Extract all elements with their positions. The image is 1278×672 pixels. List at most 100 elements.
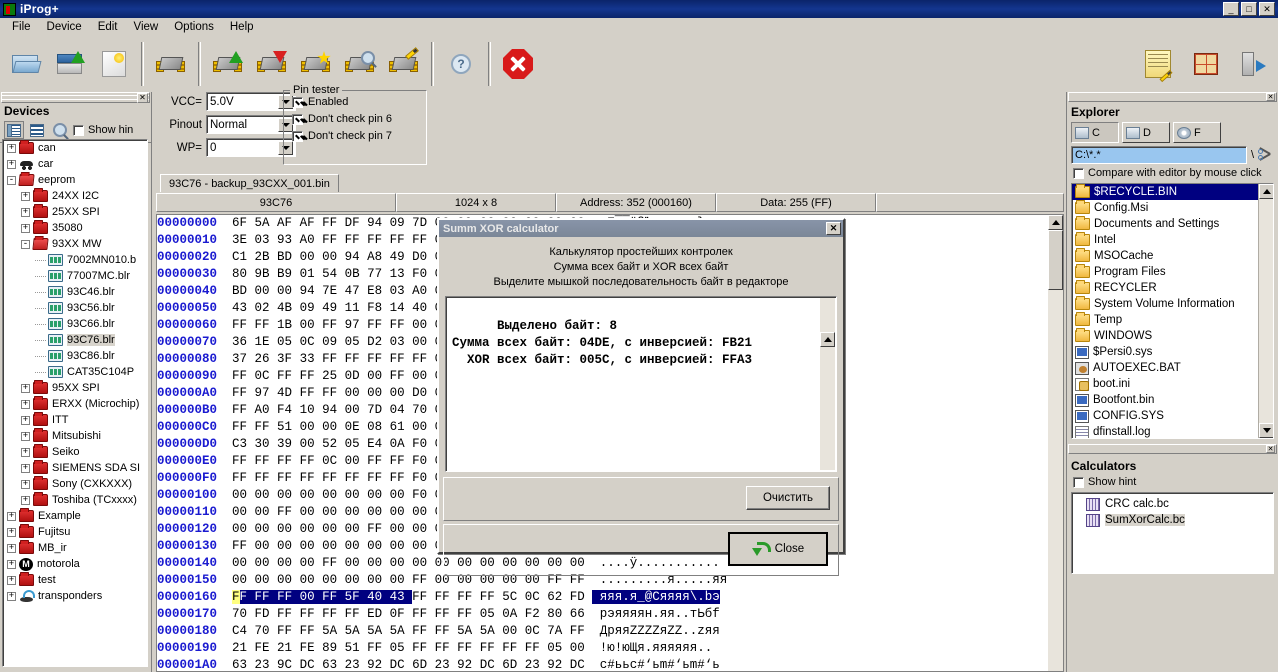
expand-icon[interactable]: + [7,159,16,169]
hex-byte[interactable]: 00 [255,488,278,502]
file-list-item[interactable]: $RECYCLE.BIN [1072,184,1273,200]
hex-byte[interactable]: FF [412,352,435,366]
hex-row[interactable]: 00000180 C4 70 FF FF 5A 5A 5A 5A FF FF 5… [157,623,1063,640]
hex-byte[interactable]: A0 [255,403,278,417]
hex-byte[interactable]: 09 [390,216,413,230]
hex-byte[interactable]: 00 [255,522,278,536]
hex-byte[interactable]: D2 [367,335,390,349]
hex-byte[interactable]: 00 [367,488,390,502]
hex-byte[interactable]: DC [300,658,323,671]
hex-byte[interactable]: 00 [255,284,278,298]
hex-byte[interactable]: FF [367,522,390,536]
hex-byte[interactable]: FF [232,318,255,332]
hex-byte[interactable]: 0C [525,590,548,604]
hex-byte[interactable]: 00 [232,505,255,519]
hex-byte[interactable]: FE [255,641,278,655]
hex-byte[interactable]: 80 [232,267,255,281]
hex-byte[interactable]: FF [457,590,480,604]
hex-byte[interactable]: FF [457,607,480,621]
menu-file[interactable]: File [4,19,39,35]
hex-byte[interactable]: 03 [390,335,413,349]
hex-byte[interactable]: 5A [255,216,278,230]
tree-item[interactable]: +95XX SPI [3,380,147,396]
pin-tester-skip6[interactable]: Don't check pin 6 [292,113,426,125]
hex-byte[interactable]: 00 [502,624,525,638]
path-input[interactable]: C:\*.* [1071,146,1247,164]
hex-byte[interactable]: FF [232,403,255,417]
hex-byte[interactable]: 7E [322,284,345,298]
tree-item[interactable]: + motorola [3,556,147,572]
menu-device[interactable]: Device [39,19,90,35]
compare-with-editor-checkbox[interactable] [1073,167,1084,179]
hex-byte[interactable]: FF [300,369,323,383]
hex-ascii[interactable]: яяя.я_@Cяяяя\.bэ [592,590,720,604]
hex-byte[interactable]: FF [322,386,345,400]
hex-byte[interactable]: 00 [345,386,368,400]
hex-byte[interactable]: 00 [277,488,300,502]
hex-byte[interactable]: 49 [390,250,413,264]
hex-byte[interactable]: FF [412,624,435,638]
tree-item[interactable]: CAT35C104P [3,364,147,380]
hex-byte[interactable]: 00 [322,539,345,553]
hex-byte[interactable]: F0 [412,454,435,468]
file-scroll-down-button[interactable] [1259,423,1273,438]
hex-byte[interactable]: FF [300,624,323,638]
hex-ascii[interactable]: рэяяяян.яя..тЬбf [592,607,720,621]
expand-icon[interactable]: + [21,399,30,409]
hex-byte[interactable]: 00 [412,318,435,332]
expand-icon[interactable]: + [21,383,30,393]
file-list-scrollbar[interactable] [1258,184,1273,438]
pin-tester-skip7-checkbox[interactable] [292,130,303,142]
hex-byte[interactable]: DC [390,658,413,671]
hex-byte[interactable]: 00 [390,386,413,400]
hex-byte[interactable]: 00 [255,573,278,587]
hex-byte[interactable]: 00 [322,250,345,264]
hex-byte[interactable]: FF [390,352,413,366]
tree-item[interactable]: + Mitsubishi [3,428,147,444]
hex-byte[interactable]: 5A [390,624,413,638]
hex-byte[interactable]: 2B [255,250,278,264]
calculators-show-hint[interactable]: Show hint [1067,476,1278,492]
file-list-item[interactable]: Program Files [1072,264,1273,280]
hex-byte[interactable]: 97 [345,318,368,332]
hex-byte[interactable]: 00 [322,573,345,587]
hex-byte[interactable]: FF [232,420,255,434]
hex-byte[interactable]: FF [255,454,278,468]
hex-byte[interactable]: FF [345,607,368,621]
erase-chip-button[interactable] [294,40,338,88]
hex-byte[interactable]: 00 [412,420,435,434]
file-list-item[interactable]: Config.Msi [1072,200,1273,216]
hex-byte[interactable]: 47 [345,284,368,298]
hex-byte[interactable]: 00 [345,522,368,536]
hex-byte[interactable]: 00 [277,284,300,298]
file-list-item[interactable]: Temp [1072,312,1273,328]
hex-byte[interactable]: 3E [232,233,255,247]
file-list-item[interactable]: Documents and Settings [1072,216,1273,232]
hex-byte[interactable]: FF [390,454,413,468]
calculators-close-icon[interactable]: ✕ [1266,445,1275,453]
menu-options[interactable]: Options [166,19,222,35]
hex-byte[interactable]: 54 [322,267,345,281]
hex-byte[interactable]: 43 [389,590,413,604]
hex-byte[interactable]: 00 [345,488,368,502]
hex-byte[interactable]: 13 [390,267,413,281]
hex-byte[interactable]: FF [300,471,323,485]
hex-byte[interactable]: FF [390,318,413,332]
hex-byte[interactable]: E4 [367,437,390,451]
hex-byte[interactable]: 00 [412,556,435,570]
hex-byte[interactable]: 00 [390,539,413,553]
hex-byte[interactable]: FF [300,454,323,468]
hex-byte[interactable]: 05 [345,335,368,349]
hex-byte[interactable]: 05 [480,607,503,621]
hex-byte[interactable]: FF [525,641,548,655]
hex-byte[interactable]: 0C [525,624,548,638]
hex-byte[interactable]: 00 [232,488,255,502]
maximize-button[interactable]: □ [1241,2,1257,16]
hex-byte[interactable]: C4 [232,624,255,638]
hex-byte[interactable]: FF [412,641,435,655]
pin-tester-enabled[interactable]: Enabled [292,96,426,108]
hex-byte[interactable]: FD [255,607,278,621]
hex-byte[interactable]: FF [435,607,458,621]
tree-item[interactable]: 93C46.blr [3,284,147,300]
hex-byte[interactable]: 04 [390,403,413,417]
